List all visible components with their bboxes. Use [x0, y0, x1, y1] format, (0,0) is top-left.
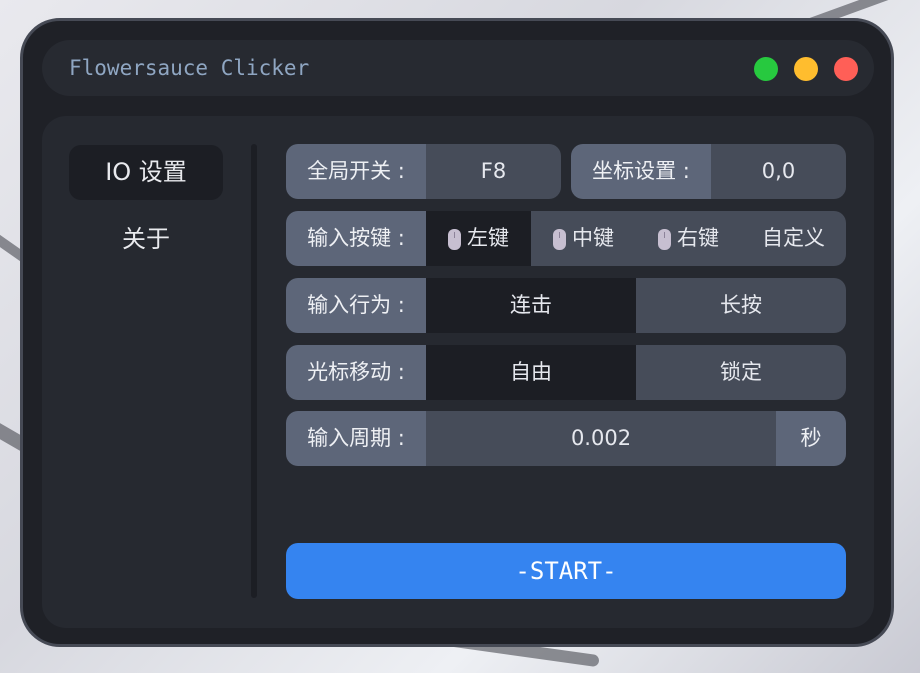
input-period-field[interactable]: 0.002	[426, 411, 776, 466]
left-click-option[interactable]: 左键	[426, 211, 531, 266]
mouse-icon	[448, 229, 461, 250]
coords-label: 坐标设置 :	[571, 144, 711, 199]
middle-click-option[interactable]: 中键	[531, 211, 636, 266]
right-click-option[interactable]: 右键	[636, 211, 741, 266]
app-title: Flowersauce Clicker	[69, 56, 310, 80]
mouse-icon	[553, 229, 566, 250]
coords-setting: 坐标设置 : 0,0	[571, 144, 846, 199]
hotkey-field[interactable]: F8	[426, 144, 561, 199]
period-unit: 秒	[776, 411, 846, 466]
cursor-move-setting: 光标移动 : 自由 锁定	[286, 345, 846, 400]
sidebar-item-io-settings[interactable]: IO 设置	[69, 145, 223, 200]
hotkey-label: 全局开关 :	[286, 144, 426, 199]
sidebar-item-about[interactable]: 关于	[69, 212, 223, 267]
input-period-label: 输入周期 :	[286, 411, 426, 466]
input-key-label: 输入按键 :	[286, 211, 426, 266]
maximize-button[interactable]	[754, 57, 778, 81]
middle-click-label: 中键	[572, 226, 614, 250]
lock-cursor-option[interactable]: 锁定	[636, 345, 846, 400]
coords-field[interactable]: 0,0	[711, 144, 846, 199]
long-press-option[interactable]: 长按	[636, 278, 846, 333]
input-period-setting: 输入周期 : 0.002 秒	[286, 411, 846, 466]
input-key-setting: 输入按键 : 左键 中键 右键 自定义	[286, 211, 846, 266]
repeat-click-option[interactable]: 连击	[426, 278, 636, 333]
hotkey-setting: 全局开关 : F8	[286, 144, 561, 199]
input-behavior-setting: 输入行为 : 连击 长按	[286, 278, 846, 333]
custom-key-option[interactable]: 自定义	[741, 211, 846, 266]
cursor-move-label: 光标移动 :	[286, 345, 426, 400]
mouse-icon	[658, 229, 671, 250]
title-bar[interactable]: Flowersauce Clicker	[42, 40, 874, 96]
sidebar-divider	[251, 144, 257, 598]
start-button[interactable]: -START-	[286, 543, 846, 599]
content-panel: IO 设置 关于 全局开关 : F8 坐标设置 : 0,0 输入按键 : 左键 …	[42, 116, 874, 628]
free-cursor-option[interactable]: 自由	[426, 345, 636, 400]
input-behavior-label: 输入行为 :	[286, 278, 426, 333]
minimize-button[interactable]	[794, 57, 818, 81]
right-click-label: 右键	[677, 226, 719, 250]
close-button[interactable]	[834, 57, 858, 81]
left-click-label: 左键	[467, 226, 509, 250]
app-window: Flowersauce Clicker IO 设置 关于 全局开关 : F8 坐…	[20, 18, 894, 647]
